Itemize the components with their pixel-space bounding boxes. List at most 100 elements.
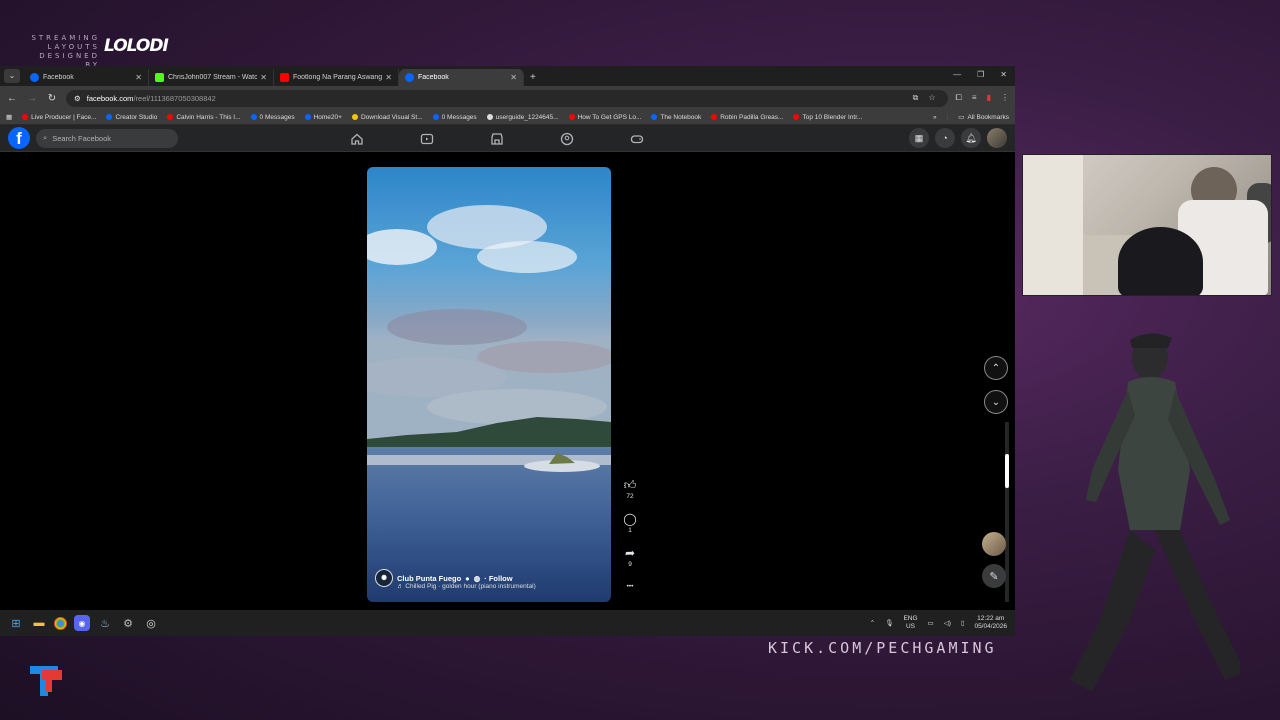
next-reel-button[interactable]: ⌄ — [984, 390, 1008, 414]
close-icon[interactable]: ✕ — [260, 73, 267, 82]
close-icon[interactable]: ✕ — [385, 73, 392, 82]
extensions-icon[interactable]: ⧠ — [956, 93, 962, 103]
microphone-icon[interactable]: 🎙︎ — [885, 619, 893, 627]
tab-youtube[interactable]: Footlong Na Parang Aswang - Y ✕ — [274, 69, 399, 86]
share-button[interactable]: ➦ 9 — [625, 547, 635, 568]
minimize-icon[interactable]: — — [953, 70, 961, 79]
close-window-icon[interactable]: ✕ — [1000, 70, 1007, 79]
page-avatar[interactable]: ✺ — [375, 569, 393, 587]
marketplace-icon[interactable] — [490, 132, 504, 146]
search-placeholder: Search Facebook — [52, 133, 111, 143]
bookmark-item[interactable]: 0 Messages — [432, 114, 477, 121]
thumbs-up-icon: 👍︎ — [623, 478, 637, 492]
volume-icon[interactable]: ◁) — [944, 619, 951, 627]
system-tray: ⌃ 🎙︎ ENG US ▭ ◁) ▯ 12:22 am 05/04/2026 — [870, 615, 1007, 631]
bookmark-item[interactable]: userguide_1224645... — [486, 114, 559, 121]
share-count: 9 — [628, 561, 632, 568]
settings-icon[interactable]: ⚙ — [120, 615, 136, 631]
media-icon[interactable]: ≡ — [972, 93, 977, 103]
reel-info: ✺ Club Punta Fuego ● ◍ · Follow ♬ Chille… — [375, 569, 603, 590]
bookmark-item[interactable]: Home20+ — [304, 114, 342, 121]
youtube-icon — [280, 73, 289, 82]
reels-viewer: ✺ Club Punta Fuego ● ◍ · Follow ♬ Chille… — [0, 152, 1015, 602]
follow-button[interactable]: · Follow — [484, 574, 512, 583]
comment-count: 1 — [628, 527, 632, 534]
layout-credit-text: STREAMING LAYOUTS DESIGNED BY — [31, 34, 100, 69]
all-bookmarks-button[interactable]: ▭ All Bookmarks — [958, 113, 1009, 122]
maximize-icon[interactable]: ❐ — [977, 70, 984, 79]
language-indicator[interactable]: ENG US — [903, 615, 917, 631]
menu-grid-icon[interactable]: ▦ — [909, 128, 929, 148]
chrome-icon[interactable] — [54, 616, 67, 630]
discord-icon[interactable]: ◉ — [74, 615, 90, 631]
reel-actions: 👍︎ 72 ◯ 1 ➦ 9 ••• — [618, 479, 642, 603]
steam-icon[interactable]: ♨ — [97, 615, 113, 631]
reload-icon[interactable]: ↻ — [46, 93, 58, 104]
tab-kick-stream[interactable]: ChrisJohn007 Stream - Watch L ✕ — [149, 69, 274, 86]
layout-credit: STREAMING LAYOUTS DESIGNED BY LOLODI — [22, 34, 168, 70]
new-message-icon[interactable]: ✎ — [982, 564, 1006, 588]
site-info-icon[interactable]: ⚙ — [74, 94, 81, 103]
bookmark-item[interactable]: Download Visual St... — [351, 114, 423, 121]
window-controls: — ❐ ✕ — [953, 70, 1007, 79]
facebook-logo[interactable]: f — [8, 127, 30, 149]
close-icon[interactable]: ✕ — [135, 73, 142, 82]
like-count: 72 — [626, 493, 634, 500]
windows-start-icon[interactable]: ⊞ — [8, 615, 24, 631]
url-host: facebook.com — [86, 93, 134, 103]
clock[interactable]: 12:22 am 05/04/2026 — [974, 615, 1007, 631]
tab-facebook-active[interactable]: Facebook ✕ — [399, 69, 524, 86]
bookmark-item[interactable]: The Notebook — [651, 114, 701, 121]
contact-avatar[interactable] — [982, 532, 1006, 556]
like-button[interactable]: 👍︎ 72 — [624, 479, 637, 500]
bookmark-item[interactable]: Robin Padilla Greas... — [711, 114, 783, 121]
new-tab-button[interactable]: + — [530, 72, 536, 83]
battery-icon[interactable]: ▯ — [961, 619, 965, 627]
bookmark-item[interactable]: Top 10 Blender Intr... — [793, 114, 862, 121]
kick-icon — [155, 73, 164, 82]
channel-logo-icon — [30, 666, 62, 696]
notifications-icon[interactable]: 🔔︎ — [961, 128, 981, 148]
bookmarks-overflow-button[interactable]: » — [933, 114, 937, 121]
obs-icon[interactable]: ◎ — [143, 615, 159, 631]
bookmark-star-icon[interactable]: ☆ — [928, 93, 935, 103]
bookmark-item[interactable]: Creator Studio — [106, 114, 157, 121]
bookmark-item[interactable]: Live Producer | Face... — [22, 114, 96, 121]
tray-expand-icon[interactable]: ⌃ — [870, 619, 875, 627]
reel-page-name[interactable]: Club Punta Fuego — [397, 574, 461, 583]
gaming-icon[interactable] — [630, 132, 644, 146]
install-app-icon[interactable]: ⧉ — [913, 93, 919, 103]
address-bar[interactable]: ⚙ facebook.com/reel/1113687050308842 ⧉ ☆ — [66, 89, 948, 107]
back-icon[interactable]: ← — [6, 93, 18, 104]
forward-icon[interactable]: → — [26, 93, 38, 104]
bookmark-item[interactable]: 0 Messages — [250, 114, 295, 121]
network-icon[interactable]: ▭ — [928, 619, 934, 627]
video-icon[interactable] — [420, 132, 434, 146]
close-icon[interactable]: ✕ — [510, 73, 517, 82]
tab-facebook-1[interactable]: Facebook ✕ — [24, 69, 149, 86]
more-options-button[interactable]: ••• — [627, 581, 634, 590]
tab-strip: ⌄ Facebook ✕ ChrisJohn007 Stream - Watch… — [0, 66, 1015, 86]
file-explorer-icon[interactable]: ▬ — [31, 615, 47, 631]
search-icon: ⌕ — [43, 133, 48, 142]
tab-search-button[interactable]: ⌄ — [4, 69, 20, 83]
comment-button[interactable]: ◯ 1 — [623, 513, 636, 534]
profile-icon[interactable]: ▮ — [987, 93, 991, 103]
menu-icon[interactable]: ⋮ — [1001, 93, 1009, 103]
reel-audio-track[interactable]: ♬ Chilled Pig · golden hour (piano instr… — [397, 583, 603, 590]
folder-icon: ▭ — [958, 114, 965, 121]
search-input[interactable]: ⌕ Search Facebook — [36, 128, 178, 148]
bookmark-item[interactable]: How To Get GPS Lo... — [568, 114, 641, 121]
avatar[interactable] — [987, 128, 1007, 148]
scrollbar-thumb[interactable] — [1005, 454, 1009, 488]
bookmark-item[interactable]: Calvin Harris - This I... — [167, 114, 241, 121]
reel-video[interactable]: ✺ Club Punta Fuego ● ◍ · Follow ♬ Chille… — [367, 167, 611, 602]
messenger-icon[interactable]: ◔ — [935, 128, 955, 148]
previous-reel-button[interactable]: ⌃ — [984, 356, 1008, 380]
comment-icon: ◯ — [623, 512, 637, 526]
windows-taskbar: ⊞ ▬ ◉ ♨ ⚙ ◎ ⌃ 🎙︎ ENG US ▭ ◁) ▯ 12:22 am … — [0, 610, 1015, 636]
groups-icon[interactable] — [560, 132, 574, 146]
home-icon[interactable] — [350, 132, 364, 146]
apps-icon[interactable]: ▦ — [6, 113, 12, 121]
tab-label: Facebook — [43, 74, 74, 81]
